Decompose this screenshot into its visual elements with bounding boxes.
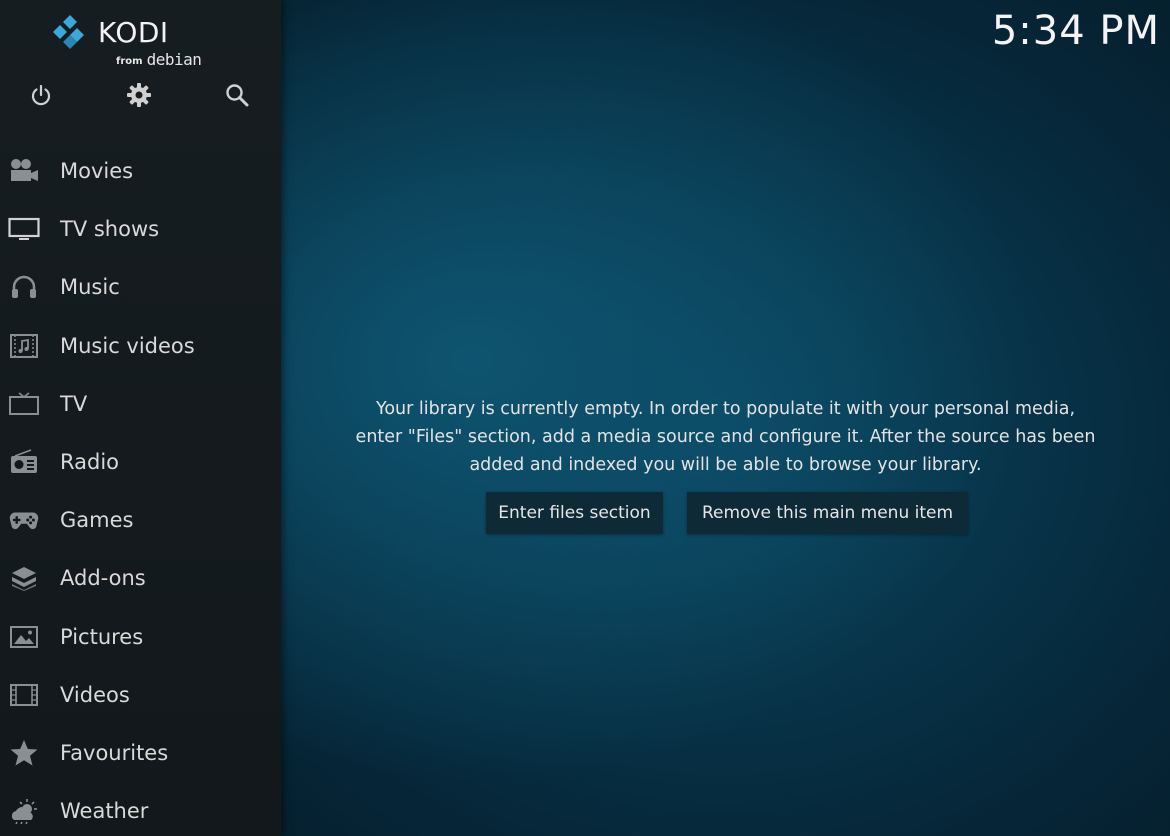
menu-item-label: Radio	[60, 450, 120, 475]
enter-files-section-button[interactable]: Enter files section	[486, 492, 663, 534]
menu-item-pictures[interactable]: Pictures	[0, 608, 281, 666]
top-icon-bar	[0, 78, 281, 112]
star-icon	[8, 739, 40, 767]
main-menu-sidebar: KODI from debian Movies TV shows Music M…	[0, 0, 281, 836]
movie-camera-icon	[8, 157, 40, 185]
radio-icon	[8, 448, 40, 476]
remove-menu-item-button[interactable]: Remove this main menu item	[687, 492, 968, 534]
gear-icon	[127, 83, 151, 107]
message-line: added and indexed you will be able to br…	[469, 455, 982, 475]
monitor-icon	[8, 215, 40, 243]
tv-icon	[8, 390, 40, 418]
menu-item-label: TV	[60, 391, 88, 416]
menu-item-music-videos[interactable]: Music videos	[0, 317, 281, 375]
power-icon	[31, 84, 51, 106]
menu-item-games[interactable]: Games	[0, 491, 281, 549]
empty-library-message: Your library is currently empty. In orde…	[281, 395, 1170, 479]
menu-item-label: Pictures	[60, 624, 144, 649]
distro-text: debian	[146, 50, 202, 69]
menu-item-weather[interactable]: Weather	[0, 782, 281, 836]
from-text: from	[116, 56, 143, 67]
film-strip-icon	[8, 681, 40, 709]
main-content: 5:34 PM Your library is currently empty.…	[281, 0, 1170, 836]
weather-cloud-icon	[8, 797, 40, 825]
power-button[interactable]	[24, 78, 58, 112]
action-buttons: Enter files section Remove this main men…	[281, 492, 1170, 534]
picture-icon	[8, 623, 40, 651]
menu-item-add-ons[interactable]: Add-ons	[0, 549, 281, 607]
app-name: KODI	[98, 16, 169, 49]
search-button[interactable]	[220, 78, 254, 112]
kodi-logo-icon	[53, 15, 84, 49]
addons-box-icon	[8, 564, 40, 592]
menu-item-label: Videos	[60, 682, 130, 707]
menu-item-label: Add-ons	[60, 566, 146, 591]
menu-item-tv-shows[interactable]: TV shows	[0, 200, 281, 258]
menu-item-favourites[interactable]: Favourites	[0, 724, 281, 782]
menu-item-label: Games	[60, 508, 134, 533]
distro-label: from debian	[116, 50, 202, 69]
headphones-icon	[8, 273, 40, 301]
music-video-icon	[8, 332, 40, 360]
menu-item-tv[interactable]: TV	[0, 375, 281, 433]
menu-item-videos[interactable]: Videos	[0, 666, 281, 724]
message-line: enter "Files" section, add a media sourc…	[355, 427, 1096, 447]
settings-button[interactable]	[122, 78, 156, 112]
menu-item-label: Music videos	[60, 333, 195, 358]
menu-item-label: Music	[60, 275, 120, 300]
menu-item-music[interactable]: Music	[0, 258, 281, 316]
gamepad-icon	[8, 506, 40, 534]
menu-item-label: Favourites	[60, 740, 169, 765]
menu-item-label: TV shows	[60, 217, 160, 242]
menu-item-label: Movies	[60, 159, 134, 184]
clock: 5:34 PM	[991, 8, 1160, 54]
main-menu: Movies TV shows Music Music videos TV Ra…	[0, 142, 281, 836]
menu-item-radio[interactable]: Radio	[0, 433, 281, 491]
kodi-logo: KODI from debian	[52, 14, 212, 70]
kodi-home-screen: KODI from debian Movies TV shows Music M…	[0, 0, 1170, 836]
message-line: Your library is currently empty. In orde…	[375, 399, 1076, 419]
menu-item-label: Weather	[60, 799, 149, 824]
menu-item-movies[interactable]: Movies	[0, 142, 281, 200]
search-icon	[226, 84, 249, 107]
